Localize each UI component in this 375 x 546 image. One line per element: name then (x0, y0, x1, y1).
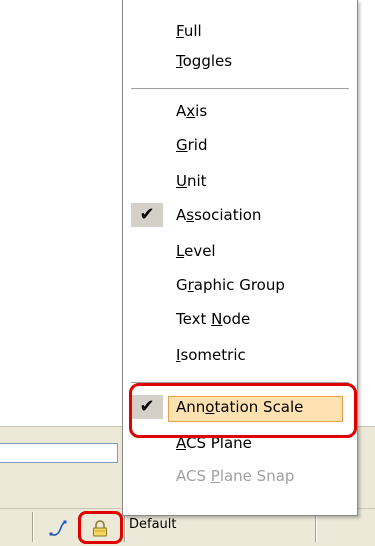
lock-highlight-ring (78, 511, 123, 544)
status-separator (124, 512, 126, 542)
label-text: A (176, 102, 187, 120)
menu-item-axis[interactable]: Axis (123, 97, 357, 125)
menu-item-label: ACS Plane Snap (176, 462, 294, 490)
mnemonic-letter: L (176, 242, 185, 260)
label-text: is (195, 102, 208, 120)
menu-item-level[interactable]: Level (123, 237, 357, 265)
mnemonic-letter: U (176, 172, 187, 190)
label-text: rid (187, 136, 208, 154)
view-label: Default (129, 517, 177, 532)
menu-item-label: Unit (176, 167, 207, 195)
mnemonic-letter: P (210, 467, 220, 485)
menu-item-label: Full (176, 17, 202, 45)
menu-item-label: Isometric (176, 341, 246, 369)
annotation-scale-highlight-ring (129, 383, 357, 438)
menu-item-label: Toggles (176, 47, 232, 75)
menu-item-label: Axis (176, 97, 207, 125)
label-text: evel (184, 242, 216, 260)
label-text: aphic Group (193, 276, 285, 294)
menu-item-label: Grid (176, 131, 207, 159)
menu-item-label: Text Node (176, 305, 250, 333)
menu-separator (131, 88, 349, 90)
label-text: ode (222, 310, 251, 328)
menu-item-graphic-group[interactable]: Graphic Group (123, 271, 357, 299)
menu-item-toggles[interactable]: Toggles (123, 47, 357, 75)
label-text: A (176, 206, 187, 224)
label-text: sometric (180, 346, 246, 364)
checkmark-icon: ✔ (139, 204, 155, 225)
label-text: nit (186, 172, 207, 190)
menu-item-label: Level (176, 237, 216, 265)
menu-item-text-node[interactable]: Text Node (123, 305, 357, 333)
mnemonic-letter: x (186, 102, 196, 120)
menu-item-acs-plane-snap: ACS Plane Snap (123, 462, 357, 490)
menu-item-unit[interactable]: Unit (123, 167, 357, 195)
label-text: Text (176, 310, 212, 328)
menu-item-isometric[interactable]: Isometric (123, 341, 357, 369)
mnemonic-letter: s (186, 206, 195, 224)
mnemonic-letter: T (176, 52, 183, 70)
menu-item-association[interactable]: ✔ Association (123, 201, 357, 229)
label-text: oggles (182, 52, 233, 70)
label-text: lane Snap (219, 467, 295, 485)
menu-item-full[interactable]: Full (123, 17, 357, 45)
mnemonic-letter: F (176, 22, 184, 40)
text-input[interactable] (0, 443, 118, 463)
mnemonic-letter: N (211, 310, 223, 328)
context-menu: Full Toggles Axis Grid Unit ✔ Association Level… (122, 0, 358, 516)
menu-item-label: Graphic Group (176, 271, 285, 299)
label-text: G (176, 276, 188, 294)
status-separator (32, 512, 34, 542)
menu-item-label: Association (176, 201, 261, 229)
status-separator (315, 512, 317, 542)
screen: Default Full Toggles Axis Grid Unit ✔ Associat… (0, 0, 375, 546)
mnemonic-letter: G (176, 136, 188, 154)
menu-item-grid[interactable]: Grid (123, 131, 357, 159)
label-text: ull (183, 22, 202, 40)
label-text: sociation (194, 206, 262, 224)
label-text: ACS (176, 467, 211, 485)
curve-icon[interactable] (48, 518, 70, 540)
